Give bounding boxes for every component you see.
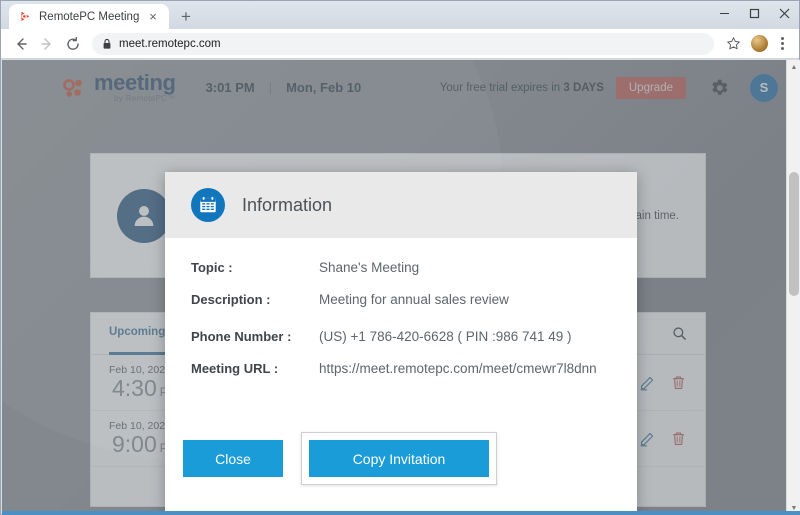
browser-tab-title: RemotePC Meeting xyxy=(39,10,140,23)
modal-footer: Close Copy Invitation xyxy=(165,432,637,513)
browser-toolbar: meet.remotepc.com xyxy=(1,29,799,59)
field-value: Meeting for annual sales review xyxy=(319,292,509,307)
information-modal: Information Topic : Shane's Meeting Desc… xyxy=(165,172,637,513)
maximize-button[interactable] xyxy=(739,2,769,24)
field-value: Shane's Meeting xyxy=(319,260,420,275)
field-label: Topic : xyxy=(191,260,233,275)
field-label: Meeting URL : xyxy=(191,361,279,376)
field-phone-number: Phone Number : (US) +1 786-420-6628 ( PI… xyxy=(191,329,611,344)
calendar-icon xyxy=(191,188,225,222)
tab-strip: RemotePC Meeting × + xyxy=(1,1,709,29)
field-label: Description : xyxy=(191,292,271,307)
modal-title: Information xyxy=(242,194,333,215)
browser-titlebar: RemotePC Meeting × + xyxy=(1,1,799,29)
scroll-up-arrow[interactable]: ▲ xyxy=(787,60,800,74)
reload-icon[interactable] xyxy=(60,31,86,57)
field-description: Description : Meeting for annual sales r… xyxy=(191,292,611,307)
window-controls xyxy=(709,1,799,29)
lock-icon xyxy=(102,38,112,50)
star-icon[interactable] xyxy=(720,31,746,57)
forward-icon[interactable] xyxy=(34,31,60,57)
profile-avatar-icon[interactable] xyxy=(746,31,772,57)
field-label: Phone Number : xyxy=(191,329,292,344)
scrollbar-thumb[interactable] xyxy=(789,172,799,296)
copy-invitation-button[interactable]: Copy Invitation xyxy=(309,440,489,477)
modal-header: Information xyxy=(165,172,637,238)
copy-invitation-focus-ring: Copy Invitation xyxy=(301,432,497,485)
close-window-button[interactable] xyxy=(769,2,799,24)
close-icon[interactable]: × xyxy=(145,9,161,25)
modal-overlay: Information Topic : Shane's Meeting Desc… xyxy=(2,60,800,515)
kebab-menu-icon[interactable] xyxy=(772,37,792,50)
browser-window: RemotePC Meeting × + meet.remotepc.com m… xyxy=(0,0,800,515)
field-meeting-url: Meeting URL : https://meet.remotepc.com/… xyxy=(191,361,611,376)
page-scrollbar[interactable]: ▲ ▼ xyxy=(786,60,800,515)
modal-body: Topic : Shane's Meeting Description : Me… xyxy=(165,238,637,376)
back-icon[interactable] xyxy=(8,31,34,57)
field-value: https://meet.remotepc.com/meet/cmewr7l8d… xyxy=(319,361,597,376)
page-viewport: meeting by RemotePC™ 3:01 PM | Mon, Feb … xyxy=(2,60,800,515)
minimize-button[interactable] xyxy=(709,2,739,24)
field-topic: Topic : Shane's Meeting xyxy=(191,260,611,275)
address-bar[interactable]: meet.remotepc.com xyxy=(92,32,714,55)
page-bottom-strip xyxy=(2,511,800,515)
address-bar-url: meet.remotepc.com xyxy=(119,37,221,50)
browser-tab[interactable]: RemotePC Meeting × xyxy=(9,4,169,29)
field-value: (US) +1 786-420-6628 ( PIN :986 741 49 ) xyxy=(319,329,572,344)
remotepc-favicon xyxy=(19,10,32,23)
close-button[interactable]: Close xyxy=(183,440,283,477)
new-tab-button[interactable]: + xyxy=(173,4,199,29)
